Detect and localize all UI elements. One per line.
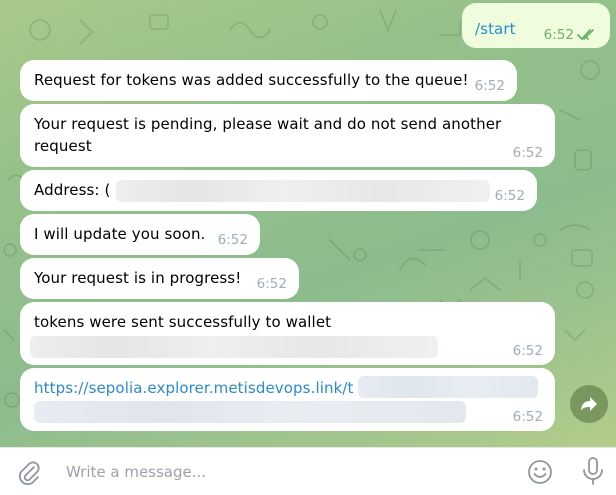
message-text: Address: ( xyxy=(34,181,111,199)
incoming-message-bubble[interactable]: Address: ( 6:52 xyxy=(20,170,537,211)
redacted-transaction-hash xyxy=(358,376,538,398)
incoming-message-bubble[interactable]: Your request is in progress! 6:52 xyxy=(20,258,299,299)
explorer-link[interactable]: https://sepolia.explorer.metisdevops.lin… xyxy=(34,379,354,397)
message-text: I will update you soon. xyxy=(34,225,206,243)
incoming-message-bubble[interactable]: I will update you soon. 6:52 xyxy=(20,214,260,255)
redacted-wallet-address xyxy=(30,336,438,358)
incoming-message-bubble[interactable]: Your request is pending, please wait and… xyxy=(20,104,555,167)
emoji-icon[interactable] xyxy=(526,458,554,486)
microphone-icon[interactable] xyxy=(580,456,606,486)
chat-area: /start 6:52 Request for tokens was added… xyxy=(0,0,616,447)
message-time: 6:52 xyxy=(217,232,248,248)
message-time: 6:52 xyxy=(512,343,543,359)
message-time: 6:52 xyxy=(474,78,505,94)
message-text: Your request is in progress! xyxy=(34,269,242,287)
redacted-address xyxy=(116,180,490,202)
message-time: 6:52 xyxy=(494,188,525,204)
incoming-message-bubble[interactable]: tokens were sent successfully to wallet … xyxy=(20,302,555,365)
double-check-icon xyxy=(577,29,594,41)
command-text[interactable]: /start xyxy=(475,20,516,38)
message-text: Your request is pending, please wait and… xyxy=(34,115,502,133)
forward-button[interactable] xyxy=(570,385,608,423)
message-text: tokens were sent successfully to wallet xyxy=(34,313,332,331)
message-time: 6:52 xyxy=(512,409,543,425)
message-time: 6:52 xyxy=(543,27,574,43)
message-composer xyxy=(0,447,616,495)
outgoing-message-bubble[interactable]: /start 6:52 xyxy=(462,3,610,48)
incoming-message-bubble[interactable]: https://sepolia.explorer.metisdevops.lin… xyxy=(20,368,555,431)
message-input[interactable] xyxy=(64,457,508,487)
message-text: request xyxy=(34,137,92,155)
incoming-message-bubble[interactable]: Request for tokens was added successfull… xyxy=(20,60,517,101)
redacted-transaction-hash xyxy=(34,401,466,423)
message-text: Request for tokens was added successfull… xyxy=(34,71,469,89)
message-time: 6:52 xyxy=(512,145,543,161)
message-time: 6:52 xyxy=(256,276,287,292)
paperclip-icon[interactable] xyxy=(16,460,42,486)
forward-arrow-icon xyxy=(581,397,597,411)
